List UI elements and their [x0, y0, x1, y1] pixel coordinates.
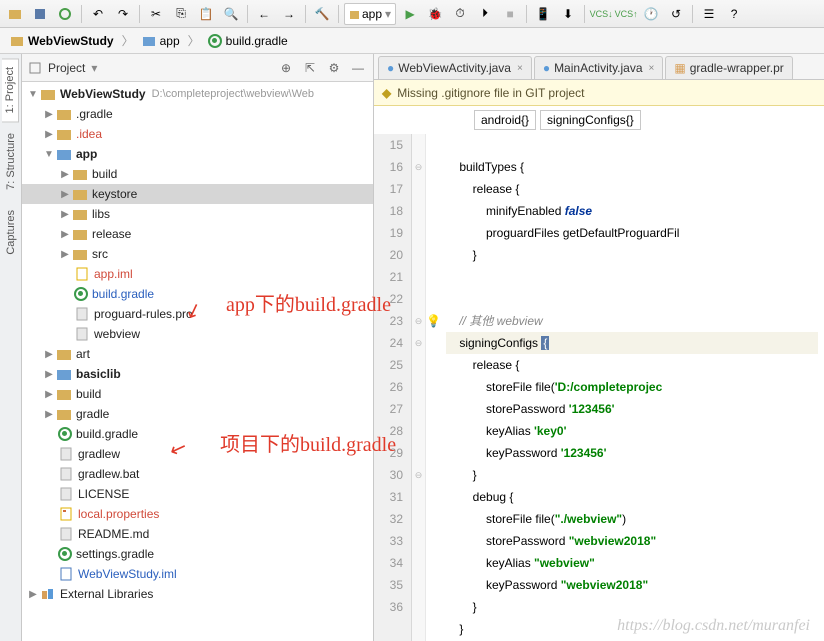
vcs-update-icon[interactable]: VCS↓ [590, 3, 612, 25]
crumb-android[interactable]: android{} [474, 110, 536, 130]
forward-icon[interactable]: → [278, 3, 300, 25]
crumb-root[interactable]: WebViewStudy [4, 32, 120, 50]
cut-icon[interactable]: ✂ [145, 3, 167, 25]
code-content[interactable]: buildTypes { release { minifyEnabled fal… [440, 134, 824, 641]
crumb-app-label: app [160, 34, 180, 48]
build-icon[interactable]: 🔨 [311, 3, 333, 25]
tab-webviewactivity[interactable]: ●WebViewActivity.java× [378, 56, 532, 79]
tree-idea-dir[interactable]: ▶.idea [22, 124, 373, 144]
gradle-icon [58, 427, 72, 441]
tree-gradlew-bat[interactable]: gradlew.bat [22, 464, 373, 484]
tree-app[interactable]: ▼app [22, 144, 373, 164]
collapse-all-icon[interactable]: ⇱ [301, 59, 319, 77]
find-icon[interactable]: 🔍 [220, 3, 242, 25]
tree-keystore[interactable]: ▶keystore [22, 184, 373, 204]
tree-libs[interactable]: ▶libs [22, 204, 373, 224]
project-panel-header: Project ▾ ⊕ ⇱ ⚙ — [22, 54, 373, 82]
crumb-app[interactable]: app [136, 32, 186, 50]
tree-local-props[interactable]: local.properties [22, 504, 373, 524]
rail-tab-project[interactable]: 1: Project [2, 58, 19, 122]
settings-icon[interactable]: ⚙ [325, 59, 343, 77]
editor-area: ●WebViewActivity.java× ●MainActivity.jav… [374, 54, 824, 641]
tab-mainactivity[interactable]: ●MainActivity.java× [534, 56, 664, 79]
marker-gutter: 💡 [426, 134, 440, 641]
tree-webview[interactable]: webview [22, 324, 373, 344]
line-number-gutter: 15 16 17 18 19 20 21 22 23 24 25 26 27 2… [374, 134, 412, 641]
gradle-icon [208, 34, 222, 48]
project-tree[interactable]: ▼WebViewStudyD:\completeproject\webview\… [22, 82, 373, 641]
editor-tabs: ●WebViewActivity.java× ●MainActivity.jav… [374, 54, 824, 80]
redo-icon[interactable]: ↷ [112, 3, 134, 25]
close-icon[interactable]: × [649, 63, 655, 74]
scroll-from-source-icon[interactable]: ⊕ [277, 59, 295, 77]
profile-icon[interactable]: ⏱ [449, 3, 471, 25]
warning-icon: ◆ [382, 86, 391, 100]
tree-release[interactable]: ▶release [22, 224, 373, 244]
tree-webviewstudy-iml[interactable]: WebViewStudy.iml [22, 564, 373, 584]
tree-settings-gradle[interactable]: settings.gradle [22, 544, 373, 564]
tree-proguard[interactable]: proguard-rules.pro [22, 304, 373, 324]
vcs-history-icon[interactable]: 🕐 [640, 3, 662, 25]
debug-icon[interactable]: 🐞 [424, 3, 446, 25]
fold-gutter[interactable]: ⊖ ⊖ ⊖ ⊖ [412, 134, 426, 641]
run-config-label: app [362, 7, 382, 21]
editor-breadcrumb: android{} signingConfigs{} [374, 106, 824, 134]
close-icon[interactable]: × [517, 63, 523, 74]
gradle-icon [58, 547, 72, 561]
crumb-signingconfigs[interactable]: signingConfigs{} [540, 110, 641, 130]
tree-basiclib[interactable]: ▶basiclib [22, 364, 373, 384]
tree-app-build-gradle[interactable]: build.gradle [22, 284, 373, 304]
tree-root-build-gradle[interactable]: build.gradle [22, 424, 373, 444]
tree-build[interactable]: ▶build [22, 164, 373, 184]
run-icon[interactable]: ▶ [399, 3, 421, 25]
open-icon[interactable] [4, 3, 26, 25]
gradle-icon [74, 287, 88, 301]
chevron-right-icon: 〉 [122, 32, 134, 49]
tree-app-iml[interactable]: app.iml [22, 264, 373, 284]
tree-readme[interactable]: README.md [22, 524, 373, 544]
tree-root[interactable]: ▼WebViewStudyD:\completeproject\webview\… [22, 84, 373, 104]
chevron-right-icon: 〉 [188, 32, 200, 49]
crumb-file[interactable]: build.gradle [202, 32, 294, 50]
help-icon[interactable]: ? [723, 3, 745, 25]
tree-src[interactable]: ▶src [22, 244, 373, 264]
panel-title: Project [48, 61, 85, 75]
tree-gradlew[interactable]: gradlew [22, 444, 373, 464]
tree-license[interactable]: LICENSE [22, 484, 373, 504]
run-config-combo[interactable]: app ▾ [344, 3, 396, 25]
save-icon[interactable] [29, 3, 51, 25]
revert-icon[interactable]: ↺ [665, 3, 687, 25]
undo-icon[interactable]: ↶ [87, 3, 109, 25]
project-tool-window: Project ▾ ⊕ ⇱ ⚙ — ▼WebViewStudyD:\comple… [22, 54, 374, 641]
tree-build2[interactable]: ▶build [22, 384, 373, 404]
vcs-commit-icon[interactable]: VCS↑ [615, 3, 637, 25]
tab-gradle-wrapper[interactable]: ▦gradle-wrapper.pr [665, 56, 792, 79]
attach-icon[interactable]: ⏵ [474, 3, 496, 25]
tree-art[interactable]: ▶art [22, 344, 373, 364]
main-toolbar: ↶ ↷ ✂ ⎘ 📋 🔍 ← → 🔨 app ▾ ▶ 🐞 ⏱ ⏵ ■ 📱 ⬇ VC… [0, 0, 824, 28]
navigation-bar: WebViewStudy 〉 app 〉 build.gradle [0, 28, 824, 54]
tree-external-libs[interactable]: ▶External Libraries [22, 584, 373, 604]
rail-tab-captures[interactable]: Captures [2, 201, 20, 264]
tree-gradle2[interactable]: ▶gradle [22, 404, 373, 424]
warning-bar[interactable]: ◆ Missing .gitignore file in GIT project [374, 80, 824, 106]
left-tool-rail: 1: Project 7: Structure Captures [0, 54, 22, 641]
back-icon[interactable]: ← [253, 3, 275, 25]
warning-text: Missing .gitignore file in GIT project [397, 86, 584, 100]
structure-icon[interactable]: ☰ [698, 3, 720, 25]
stop-icon[interactable]: ■ [499, 3, 521, 25]
project-view-icon [28, 61, 42, 75]
tree-gradle-dir[interactable]: ▶.gradle [22, 104, 373, 124]
sync-icon[interactable] [54, 3, 76, 25]
hide-icon[interactable]: — [349, 59, 367, 77]
copy-icon[interactable]: ⎘ [170, 3, 192, 25]
crumb-root-label: WebViewStudy [28, 34, 114, 48]
code-editor[interactable]: 15 16 17 18 19 20 21 22 23 24 25 26 27 2… [374, 134, 824, 641]
crumb-file-label: build.gradle [226, 34, 288, 48]
avd-icon[interactable]: 📱 [532, 3, 554, 25]
paste-icon[interactable]: 📋 [195, 3, 217, 25]
rail-tab-structure[interactable]: 7: Structure [2, 124, 20, 199]
sdk-icon[interactable]: ⬇ [557, 3, 579, 25]
